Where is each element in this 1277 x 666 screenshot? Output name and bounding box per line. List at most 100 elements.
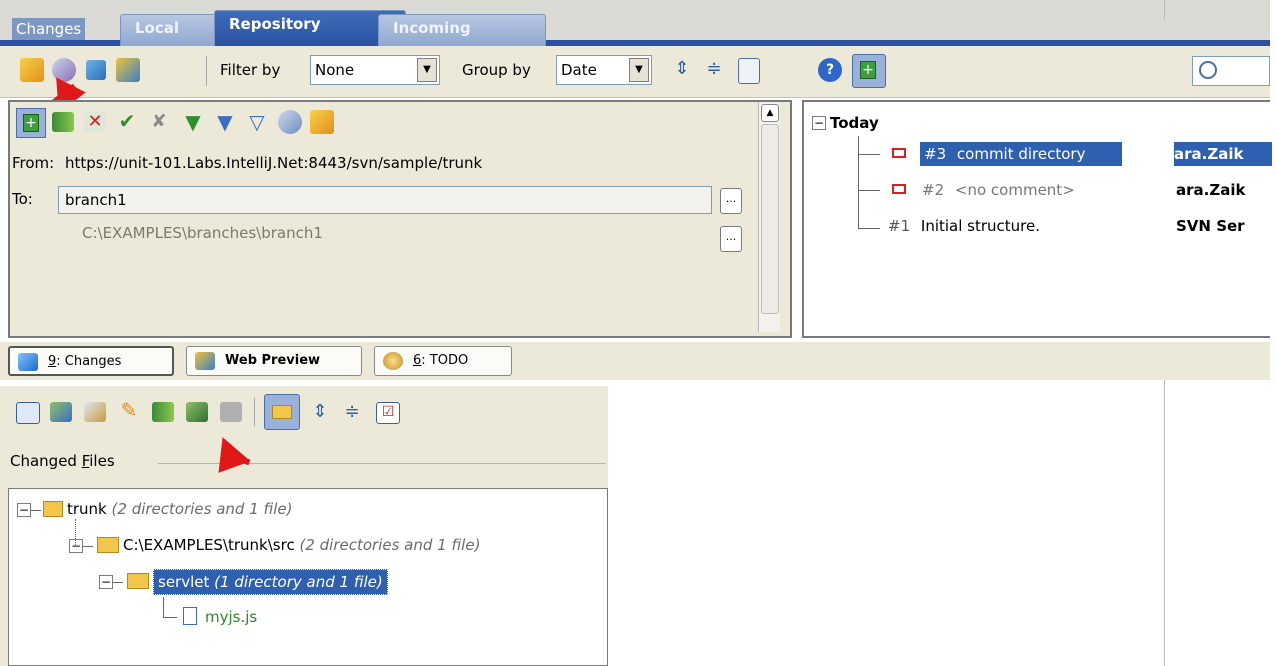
- changes-toolwindow-button[interactable]: 9: Changes: [8, 346, 174, 376]
- filter-merged-icon[interactable]: ▼: [182, 112, 204, 132]
- diff-icon[interactable]: [16, 402, 40, 424]
- folder-icon: [97, 537, 119, 553]
- group-select[interactable]: Date ▼: [556, 55, 652, 85]
- collapse-icon[interactable]: −: [812, 116, 826, 130]
- scroll-up-icon[interactable]: ▲: [761, 104, 779, 122]
- revision-number: #2: [922, 181, 945, 199]
- mark-unmerged-icon[interactable]: ✘: [148, 112, 170, 132]
- tree-connector: [858, 190, 880, 191]
- tree-node-trunk[interactable]: trunk (2 directories and 1 file): [67, 497, 292, 521]
- browse-path-button[interactable]: ...: [720, 226, 742, 252]
- changes-icon: [18, 353, 38, 371]
- node-meta: (2 directories and 1 file): [299, 536, 481, 554]
- toolwindow-label: : TODO: [421, 353, 469, 368]
- browse-branch-button[interactable]: ...: [720, 188, 742, 214]
- web-preview-icon: [195, 352, 215, 370]
- group-by-directory-toggle[interactable]: [264, 394, 300, 430]
- collapse-all-icon[interactable]: ≑: [342, 402, 362, 422]
- help-icon[interactable]: ?: [818, 58, 842, 82]
- scrollbar[interactable]: ▲: [758, 102, 780, 332]
- commit-message: Initial structure.: [920, 217, 1041, 235]
- expand-all-icon[interactable]: ⇕: [310, 402, 330, 422]
- title-text: Changed Files: [10, 452, 115, 470]
- history-group: Today: [830, 114, 879, 132]
- folder-icon: [127, 573, 149, 589]
- add-icon: +: [860, 61, 876, 79]
- tree-connector: [858, 228, 880, 229]
- from-label: From:: [12, 154, 55, 172]
- export-icon[interactable]: [116, 58, 140, 82]
- divider: [1164, 380, 1165, 666]
- search-icon: [1199, 61, 1217, 79]
- revision-icon: [892, 184, 906, 194]
- filter-icon[interactable]: ▽: [246, 112, 268, 132]
- todo-button[interactable]: 6: TODO: [374, 346, 512, 376]
- revision-number: #1: [888, 217, 911, 235]
- tool-window-bar: 9: Changes Web Preview 6: TODO: [0, 342, 1270, 380]
- mark-merged-icon[interactable]: ✔: [116, 110, 138, 132]
- tree-node-src[interactable]: C:\EXAMPLES\trunk\src (2 directories and…: [123, 533, 480, 557]
- filter-value: None: [315, 61, 355, 79]
- collapse-all-icon[interactable]: ≑: [704, 60, 724, 80]
- compare-icon[interactable]: [186, 402, 208, 422]
- settings-icon[interactable]: [278, 110, 302, 134]
- create-branch-panel: + ✕ ✔ ✘ ▼ ▼ ▽ From: https://unit-101.Lab…: [8, 100, 792, 338]
- chevron-down-icon: ▼: [417, 58, 437, 82]
- toolbar-separator: [206, 56, 207, 86]
- file-icon: [183, 607, 197, 625]
- tab-incoming[interactable]: Incoming: [378, 14, 546, 47]
- tree-node-servlet[interactable]: servlet (1 directory and 1 file): [153, 569, 388, 595]
- author-cell: SVN Ser: [1176, 217, 1245, 235]
- edit-source-icon[interactable]: [84, 402, 106, 422]
- refresh-icon[interactable]: [20, 58, 44, 82]
- filter-unmerged-icon[interactable]: ▼: [214, 112, 236, 132]
- node-name: servlet: [158, 573, 210, 591]
- integrate-icon[interactable]: [152, 402, 174, 422]
- mnemonic: F: [81, 452, 90, 470]
- group-icon[interactable]: [220, 402, 242, 422]
- history-panel: − Today #3 commit directory ara.Zaik #2 …: [802, 100, 1272, 338]
- web-preview-button[interactable]: Web Preview: [186, 346, 362, 376]
- collapse-icon[interactable]: −: [99, 575, 113, 589]
- revert-icon[interactable]: ✕: [84, 112, 106, 132]
- changed-files-title: Changed Files: [10, 452, 115, 470]
- changes-title: Changes: [0, 16, 138, 46]
- changed-files-tree: − trunk (2 directories and 1 file) − C:\…: [8, 488, 608, 666]
- toolwindow-label: Web Preview: [225, 353, 321, 368]
- create-branch-button[interactable]: +: [16, 108, 46, 138]
- expand-all-icon[interactable]: ⇕: [672, 60, 692, 80]
- pencil-icon[interactable]: ✎: [118, 398, 140, 422]
- tree-connector: [31, 510, 41, 511]
- tree-connector: [113, 582, 123, 583]
- toolbar-separator: [254, 398, 255, 426]
- node-name: C:\EXAMPLES\trunk\src: [123, 536, 295, 554]
- create-branch-toggle[interactable]: +: [852, 54, 886, 88]
- history-row-3[interactable]: #3 commit directory: [920, 142, 1122, 166]
- divider: [1164, 0, 1165, 20]
- add-icon: +: [23, 114, 39, 132]
- tree-line: [858, 136, 859, 228]
- author-cell: ara.Zaik: [1176, 181, 1246, 199]
- tree-node-myjs[interactable]: myjs.js: [205, 605, 257, 629]
- folder-icon: [272, 405, 292, 419]
- search-input[interactable]: [1192, 56, 1270, 86]
- history-row-1[interactable]: #1 Initial structure.: [888, 214, 1040, 238]
- branch-name-field[interactable]: branch1: [58, 186, 712, 214]
- scroll-thumb[interactable]: [761, 124, 779, 314]
- refresh-icon[interactable]: [310, 110, 334, 134]
- from-url: https://unit-101.Labs.IntelliJ.Net:8443/…: [65, 154, 483, 172]
- history-row-2[interactable]: #2 <no comment>: [922, 178, 1075, 202]
- collapse-icon[interactable]: −: [69, 539, 83, 553]
- copy-icon[interactable]: [738, 58, 760, 84]
- filter-select[interactable]: None ▼: [310, 55, 440, 85]
- details-icon[interactable]: [86, 60, 106, 80]
- folder-icon: [43, 501, 63, 517]
- integrate-icon[interactable]: [52, 112, 74, 132]
- node-meta: (2 directories and 1 file): [111, 500, 293, 518]
- collapse-icon[interactable]: −: [17, 503, 31, 517]
- node-name: trunk: [67, 500, 107, 518]
- tree-connector: [83, 546, 93, 547]
- show-diff-icon[interactable]: [50, 402, 72, 422]
- commit-message: commit directory: [956, 145, 1086, 163]
- checklist-icon[interactable]: ☑: [376, 402, 400, 424]
